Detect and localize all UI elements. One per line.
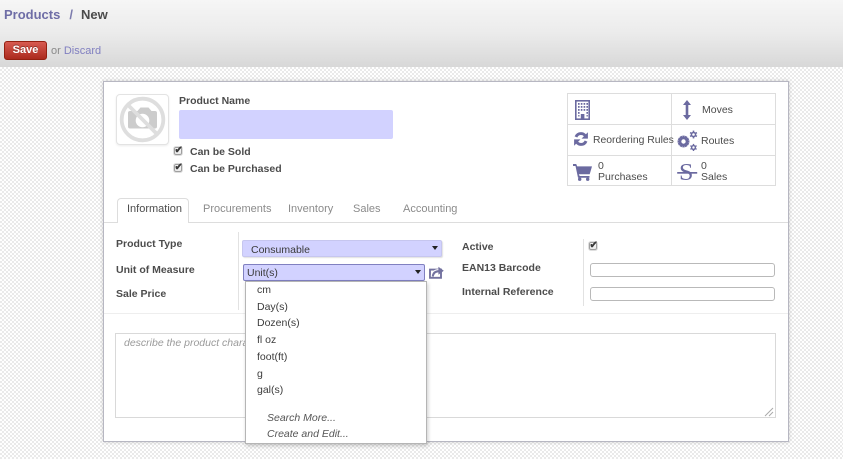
svg-text:S: S xyxy=(679,160,693,183)
